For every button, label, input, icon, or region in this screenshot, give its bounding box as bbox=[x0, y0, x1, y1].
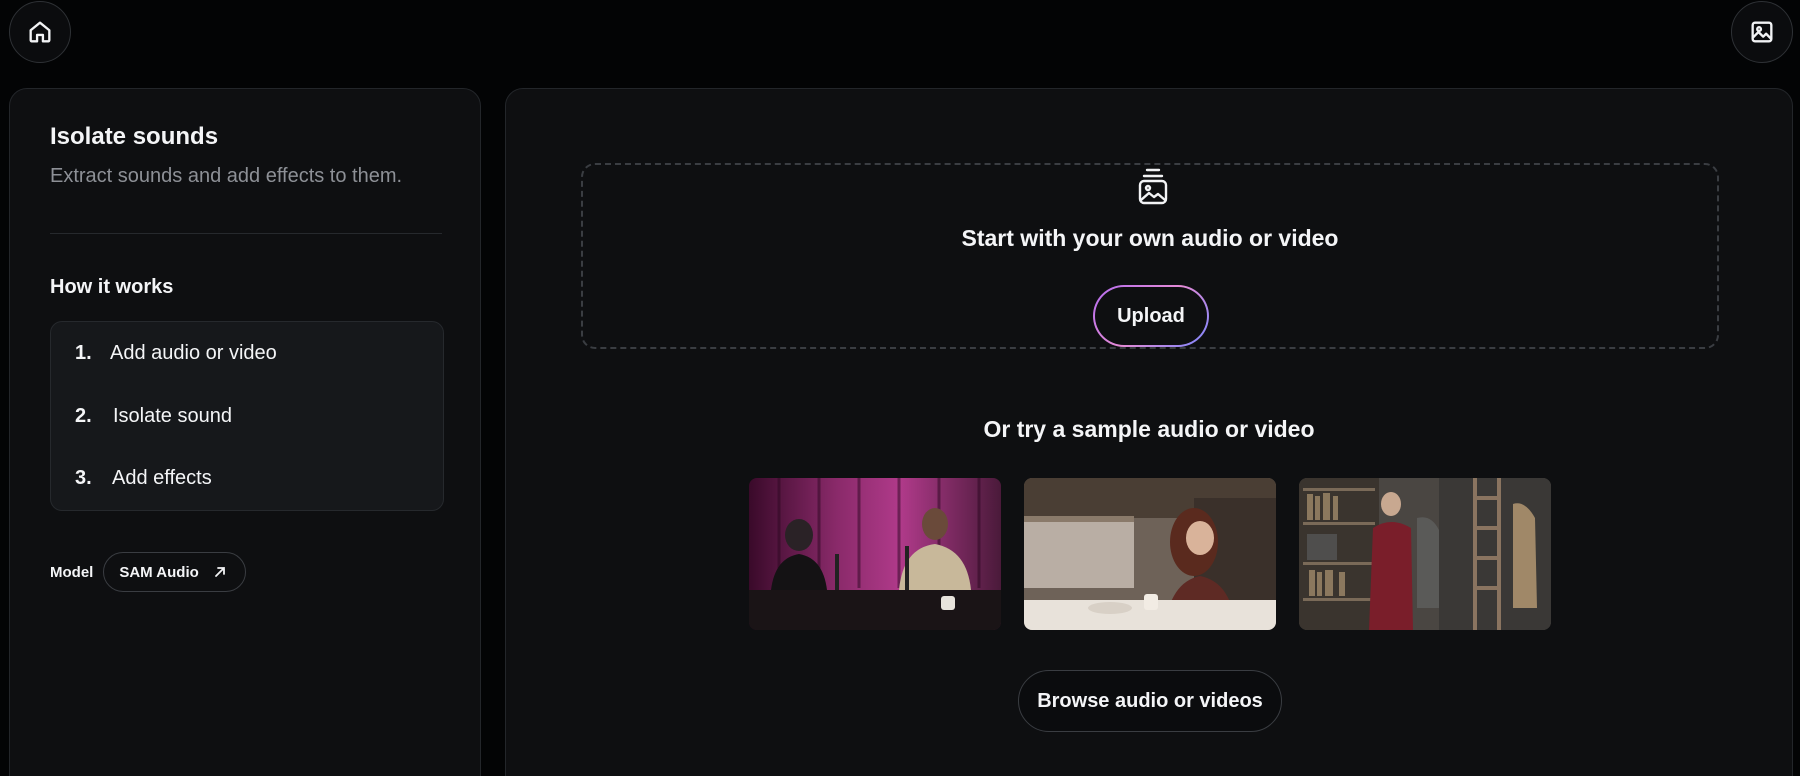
info-panel: Isolate sounds Extract sounds and add ef… bbox=[9, 88, 481, 776]
podcast-thumbnail-image bbox=[749, 478, 1001, 630]
model-row: Model SAM Audio bbox=[50, 552, 246, 592]
upload-label: Upload bbox=[1095, 287, 1207, 345]
step-label: Add effects bbox=[112, 467, 212, 489]
sample-thumbnail-podcast[interactable] bbox=[749, 478, 1001, 630]
sample-thumbnail-cafe[interactable] bbox=[1024, 478, 1276, 630]
steps-list: 1. Add audio or video 2. Isolate sound 3… bbox=[50, 321, 444, 511]
media-stack-icon bbox=[1138, 168, 1168, 205]
sample-thumbnail-room[interactable] bbox=[1299, 478, 1551, 630]
step-item: 2. Isolate sound bbox=[75, 405, 232, 428]
step-label: Isolate sound bbox=[113, 405, 232, 427]
home-button[interactable] bbox=[9, 1, 71, 63]
page-subtitle: Extract sounds and add effects to them. bbox=[50, 165, 403, 187]
samples-title: Or try a sample audio or video bbox=[983, 416, 1315, 442]
room-thumbnail-image bbox=[1299, 478, 1551, 630]
page-title: Isolate sounds bbox=[50, 123, 219, 150]
step-item: 3. Add effects bbox=[75, 467, 212, 490]
model-name: SAM Audio bbox=[119, 563, 199, 581]
home-icon bbox=[29, 21, 51, 43]
gallery-button[interactable] bbox=[1731, 1, 1793, 63]
image-icon bbox=[1751, 21, 1773, 43]
arrow-up-right-icon bbox=[214, 567, 225, 577]
step-label: Add audio or video bbox=[110, 342, 277, 364]
how-it-works-heading: How it works bbox=[50, 276, 174, 298]
main-panel: Start with your own audio or video Uploa… bbox=[505, 88, 1793, 776]
dropzone-title: Start with your own audio or video bbox=[961, 225, 1339, 251]
step-number: 1. bbox=[75, 342, 92, 364]
model-link-button[interactable]: SAM Audio bbox=[103, 552, 246, 592]
cafe-thumbnail-image bbox=[1024, 478, 1276, 630]
upload-dropzone[interactable]: Start with your own audio or video Uploa… bbox=[581, 163, 1719, 349]
step-number: 3. bbox=[75, 467, 92, 489]
upload-button[interactable]: Upload bbox=[1093, 285, 1209, 347]
browse-button[interactable]: Browse audio or videos bbox=[1018, 670, 1282, 732]
divider bbox=[50, 233, 442, 234]
browse-label: Browse audio or videos bbox=[1037, 689, 1263, 712]
step-number: 2. bbox=[75, 405, 92, 427]
model-label: Model bbox=[50, 563, 94, 581]
step-item: 1. Add audio or video bbox=[75, 342, 277, 365]
